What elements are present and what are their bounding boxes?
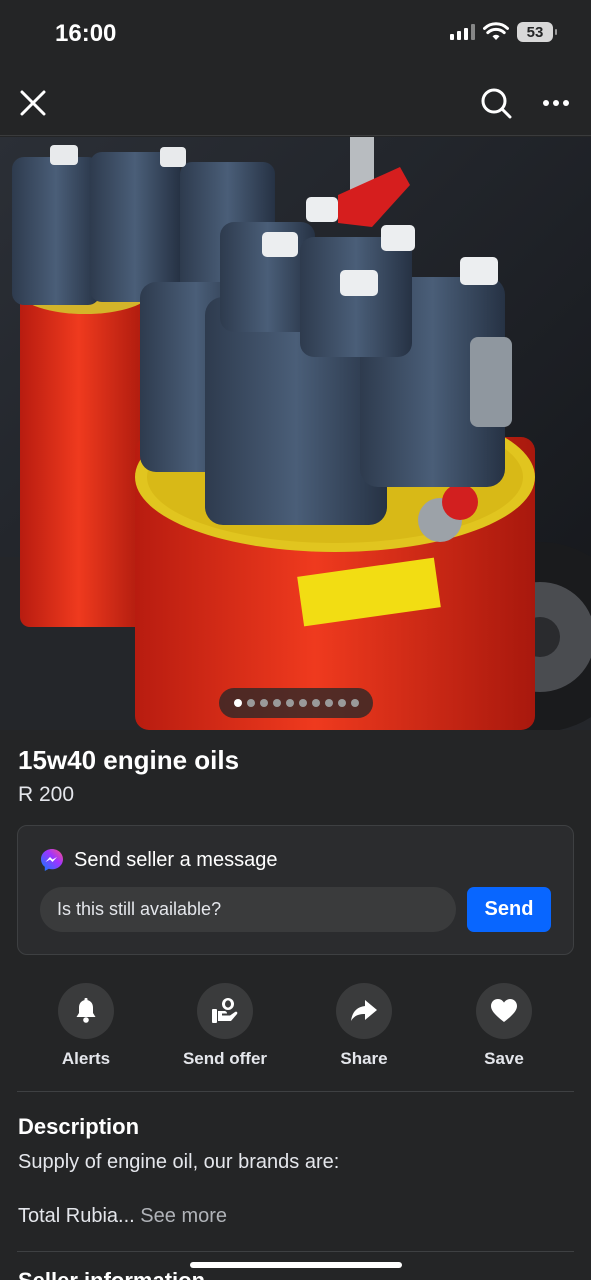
close-icon bbox=[20, 90, 46, 116]
action-bar: Alerts Send offer Share Save bbox=[17, 983, 574, 1073]
carousel-dot[interactable] bbox=[285, 699, 294, 707]
battery-icon: 53 bbox=[517, 22, 557, 42]
search-icon bbox=[481, 88, 512, 119]
seller-information-heading: Seller information bbox=[18, 1268, 205, 1280]
bell-icon bbox=[76, 998, 96, 1023]
description-heading: Description bbox=[18, 1114, 140, 1139]
save-label: Save bbox=[484, 1049, 524, 1068]
share-label: Share bbox=[340, 1049, 388, 1068]
save-icon-circle bbox=[476, 983, 532, 1039]
section-divider bbox=[17, 1251, 574, 1252]
listing-price: R 200 bbox=[18, 783, 75, 806]
listing-photo-image bbox=[0, 137, 591, 730]
carousel-dot[interactable] bbox=[337, 699, 346, 707]
share-icon-circle bbox=[336, 983, 392, 1039]
send-offer-label: Send offer bbox=[182, 1049, 268, 1068]
heart-icon bbox=[491, 999, 517, 1022]
status-time: 16:00 bbox=[55, 20, 117, 47]
home-indicator[interactable] bbox=[190, 1262, 402, 1268]
message-seller-card: Send seller a message Send bbox=[17, 825, 574, 955]
alerts-button[interactable]: Alerts bbox=[26, 983, 146, 1069]
messenger-icon bbox=[41, 849, 63, 871]
offer-icon bbox=[212, 998, 238, 1023]
status-bar: 16:00 53 bbox=[0, 0, 591, 70]
carousel-dot[interactable] bbox=[311, 699, 320, 707]
listing-title: 15w40 engine oils bbox=[18, 745, 240, 775]
message-heading: Send seller a message bbox=[40, 848, 277, 872]
top-bar bbox=[0, 70, 591, 136]
description-preview: Total Rubia... bbox=[18, 1205, 135, 1227]
share-icon bbox=[351, 1000, 377, 1021]
more-icon bbox=[543, 100, 569, 106]
carousel-dot[interactable] bbox=[272, 699, 281, 707]
signal-icon bbox=[450, 24, 475, 40]
description-text: Supply of engine oil, our brands are: bbox=[18, 1151, 340, 1173]
battery-level: 53 bbox=[526, 23, 544, 41]
carousel-dot[interactable] bbox=[246, 699, 255, 707]
save-button[interactable]: Save bbox=[444, 983, 564, 1069]
section-divider bbox=[17, 1091, 574, 1092]
carousel-dot[interactable] bbox=[324, 699, 333, 707]
alerts-label: Alerts bbox=[61, 1049, 111, 1068]
description-text-truncated: Total Rubia... See more bbox=[18, 1205, 227, 1228]
more-options-button[interactable] bbox=[535, 82, 577, 124]
message-heading-label: Send seller a message bbox=[74, 848, 278, 871]
carousel-dot[interactable] bbox=[298, 699, 307, 707]
send-offer-icon-circle bbox=[197, 983, 253, 1039]
share-button[interactable]: Share bbox=[304, 983, 424, 1069]
listing-photo[interactable] bbox=[0, 137, 591, 730]
send-offer-button[interactable]: Send offer bbox=[165, 983, 285, 1069]
carousel-dot[interactable] bbox=[233, 699, 242, 707]
alerts-icon-circle bbox=[58, 983, 114, 1039]
carousel-dot[interactable] bbox=[350, 699, 359, 707]
search-button[interactable] bbox=[475, 82, 517, 124]
send-button[interactable]: Send bbox=[467, 887, 551, 932]
wifi-icon bbox=[483, 22, 509, 40]
photo-carousel-indicator[interactable] bbox=[219, 688, 373, 718]
close-button[interactable] bbox=[12, 82, 54, 124]
message-input[interactable] bbox=[40, 887, 456, 932]
status-icons: 53 bbox=[450, 22, 557, 42]
see-more-link[interactable]: See more bbox=[140, 1205, 227, 1227]
carousel-dot[interactable] bbox=[259, 699, 268, 707]
